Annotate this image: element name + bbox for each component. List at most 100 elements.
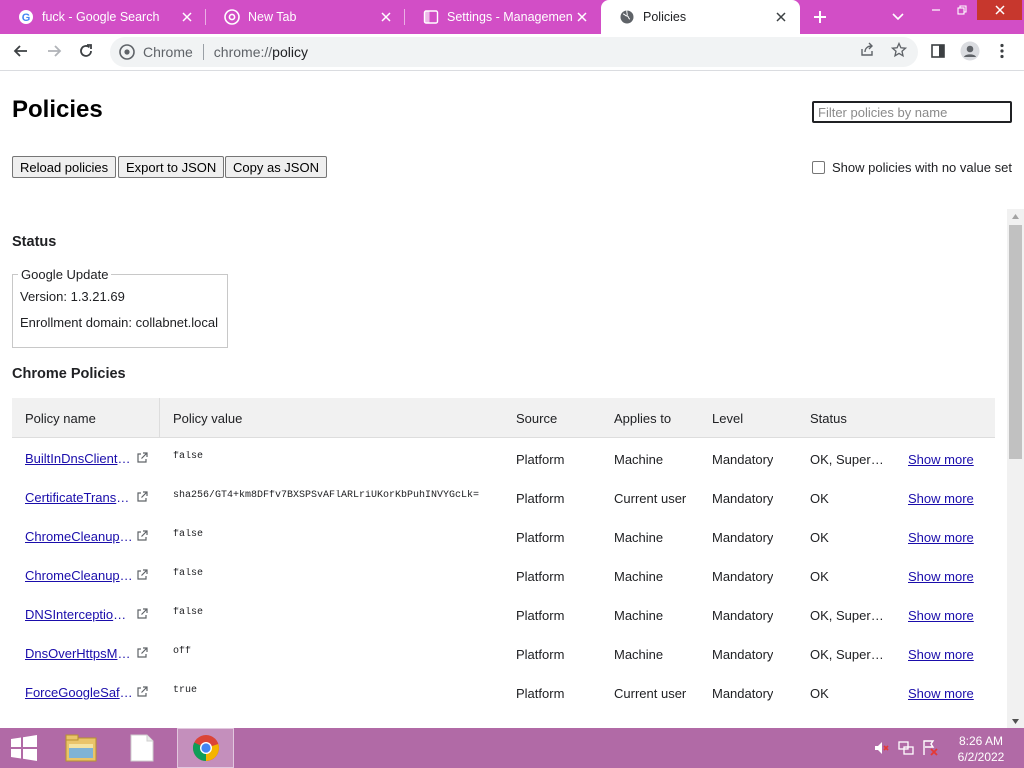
tab-policies[interactable]: Policies (601, 0, 800, 34)
notepad-button[interactable] (116, 728, 168, 768)
tab-close-icon[interactable] (377, 8, 395, 26)
policy-name-link[interactable]: ChromeCleanupReportingEnabled (25, 568, 133, 583)
network-icon[interactable] (898, 740, 914, 756)
arrow-left-icon (13, 45, 27, 57)
menu-button[interactable] (990, 39, 1014, 63)
policy-level: Mandatory (712, 569, 774, 584)
bookmark-button[interactable] (887, 38, 911, 62)
scheme-chip: Chrome (143, 44, 193, 60)
policy-name-link[interactable]: CertificateTransparencyEnforcementDisabl… (25, 490, 133, 505)
show-more-link[interactable]: Show more (908, 530, 974, 545)
tab-search-button[interactable] (888, 7, 908, 27)
policy-source: Platform (516, 491, 565, 506)
policy-name-link[interactable]: ForceGoogleSafeSearch (25, 685, 133, 700)
volume-muted-icon[interactable] (873, 740, 889, 756)
minimize-button[interactable] (923, 0, 949, 20)
show-more-link[interactable]: Show more (908, 647, 974, 662)
restore-button[interactable] (949, 0, 975, 20)
policy-page: Policies Reload policies Export to JSON … (0, 72, 1024, 728)
reload-button[interactable] (74, 39, 98, 63)
policy-applies-to: Machine (614, 530, 664, 545)
start-button[interactable] (0, 728, 48, 768)
export-json-button[interactable]: Export to JSON (118, 156, 225, 178)
policy-value: false (173, 451, 204, 462)
show-more-link[interactable]: Show more (908, 608, 974, 623)
tab-title: Policies (643, 10, 687, 24)
action-center-flag-icon[interactable] (922, 740, 938, 756)
file-explorer-button[interactable] (56, 728, 106, 768)
tab-settings-management[interactable]: Settings - Management (405, 0, 601, 34)
external-link-icon[interactable] (136, 491, 148, 503)
table-row: ChromeCleanupReportingEnabled false Platfo… (12, 555, 995, 594)
tab-close-icon[interactable] (178, 8, 196, 26)
new-tab-button[interactable] (808, 6, 832, 28)
tab-title: fuck - Google Search (42, 10, 160, 24)
show-more-link[interactable]: Show more (908, 452, 974, 467)
star-icon (891, 42, 907, 58)
column-header: Level (712, 411, 744, 426)
svg-text:G: G (22, 12, 31, 24)
policy-level: Mandatory (712, 608, 774, 623)
show-no-value-label: Show policies with no value set (832, 160, 1012, 175)
address-bar[interactable]: Chrome chrome://policy (110, 37, 918, 67)
show-more-link[interactable]: Show more (908, 569, 974, 584)
url-scheme: chrome:// (213, 44, 273, 60)
policy-name-link[interactable]: ChromeCleanupEnabled (25, 529, 133, 544)
external-link-icon[interactable] (136, 686, 148, 698)
policy-name-link[interactable]: DNSInterceptionChecksEnabled (25, 607, 133, 622)
tab-new-tab[interactable]: New Tab (206, 0, 405, 34)
policy-source: Platform (516, 569, 565, 584)
table-row: CertificateTransparencyEnforcementDisabl… (12, 477, 995, 516)
tab-close-icon[interactable] (573, 8, 591, 26)
policy-value: off (173, 646, 192, 657)
policy-status: OK, Superseding (810, 452, 886, 467)
system-clock[interactable]: 8:26 AM 6/2/2022 (946, 733, 1016, 765)
policy-applies-to: Machine (614, 569, 664, 584)
policy-value: false (173, 607, 204, 618)
show-no-value-checkbox[interactable] (812, 161, 825, 174)
external-link-icon[interactable] (136, 452, 148, 464)
reload-policies-button[interactable]: Reload policies (12, 156, 117, 178)
external-link-icon[interactable] (136, 530, 148, 542)
scroll-up-button[interactable] (1007, 209, 1024, 223)
external-link-icon[interactable] (136, 647, 148, 659)
external-link-icon[interactable] (136, 569, 148, 581)
tab-strip: G fuck - Google Search New Tab Settings … (0, 0, 1024, 34)
scroll-down-button[interactable] (1007, 714, 1024, 728)
profile-button[interactable] (958, 39, 982, 63)
chrome-taskbar-button[interactable] (177, 728, 234, 768)
page-scrollbar[interactable] (1007, 209, 1024, 728)
window-close-button[interactable] (977, 0, 1022, 20)
share-button[interactable] (855, 38, 879, 62)
show-more-link[interactable]: Show more (908, 491, 974, 506)
show-no-value-toggle[interactable]: Show policies with no value set (812, 160, 1012, 175)
tab-google-search[interactable]: G fuck - Google Search (0, 0, 206, 34)
policy-status: OK, Superseding (810, 647, 886, 662)
reload-icon (80, 44, 92, 57)
column-header: Policy value (173, 411, 243, 426)
table-row: BuiltInDnsClientEnabled false Platform Mach… (12, 438, 995, 477)
table-row: ChromeCleanupEnabled false Platform Machine… (12, 516, 995, 555)
policy-name-link[interactable]: DnsOverHttpsMode (25, 646, 133, 661)
back-button[interactable] (9, 39, 33, 63)
status-heading: Status (12, 234, 57, 250)
status-legend: Google Update (18, 267, 112, 282)
forward-button[interactable] (42, 39, 66, 63)
policy-level: Mandatory (712, 530, 774, 545)
table-header: Policy name Policy value Source Applies … (12, 398, 995, 438)
policy-name-link[interactable]: BuiltInDnsClientEnabled (25, 451, 133, 466)
scroll-thumb[interactable] (1009, 225, 1022, 459)
policy-source: Platform (516, 686, 565, 701)
plus-icon (814, 11, 826, 23)
external-link-icon[interactable] (136, 608, 148, 620)
settings-icon (423, 10, 439, 24)
column-header: Source (516, 411, 558, 426)
clock-time: 8:26 AM (958, 734, 1004, 748)
policy-value: sha256/GT4+km8DFfv7BXSPSvAFlARLriUKorKbP… (173, 490, 480, 501)
copy-json-button[interactable]: Copy as JSON (225, 156, 327, 178)
show-more-link[interactable]: Show more (908, 686, 974, 701)
tab-close-icon[interactable] (772, 8, 790, 26)
side-panel-button[interactable] (926, 39, 950, 63)
filter-input[interactable] (812, 101, 1012, 123)
policy-status: OK (810, 491, 829, 506)
